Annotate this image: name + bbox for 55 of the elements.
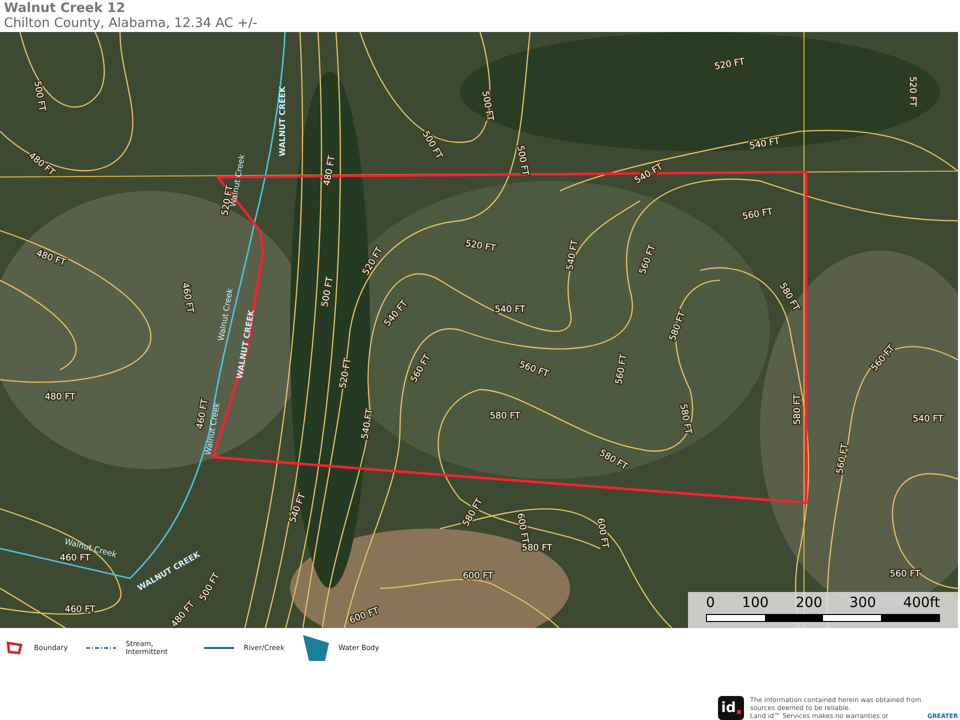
contour-label: 540 FT — [288, 492, 308, 524]
scale-label: 100 — [742, 596, 769, 611]
contour-label: 480 FT — [170, 600, 198, 628]
contour-label: 460 FT — [179, 282, 195, 314]
contour-label: 540 FT — [912, 414, 944, 424]
contour-label: 460 FT — [195, 398, 211, 430]
property-title: Walnut Creek 12 — [4, 1, 126, 16]
scale-label: 300 — [849, 596, 876, 611]
contour-label: 580 FT — [677, 403, 693, 435]
contour-label: 540 FT — [494, 305, 526, 316]
creek-label: WALNUT CREEK — [234, 309, 256, 380]
contour-label: 540 FT — [565, 239, 581, 271]
contour-label: 520 FT — [714, 57, 746, 72]
creek-label: Walnut Creek — [216, 288, 235, 342]
contour-label: 580 FT — [522, 544, 552, 554]
contour-label: 560 FT — [638, 244, 658, 276]
contour-label: 540 FT — [633, 162, 665, 186]
line-icon — [204, 646, 234, 650]
contour-label: 600 FT — [594, 517, 610, 550]
contour-label: 580 FT — [490, 411, 520, 422]
contour-label: 500 FT — [479, 90, 495, 122]
creek-label: WALNUT CREEK — [278, 86, 287, 156]
contour-label: 560 FT — [890, 569, 920, 580]
contour-label: 560 FT — [835, 442, 851, 475]
contour-label: 600 FT — [348, 606, 380, 626]
contour-label: 500 FT — [514, 144, 530, 177]
polygon-icon — [302, 635, 328, 661]
scale-label: 200 — [796, 596, 822, 611]
boundary-icon — [6, 641, 24, 655]
contour-label: 500 FT — [320, 276, 336, 308]
dashed-line-icon — [86, 646, 116, 650]
contour-label: 520 FT — [338, 358, 354, 390]
contour-label: 520 FT — [464, 239, 496, 254]
contour-label: 520 FT — [907, 76, 918, 107]
scale-label: 400ft — [903, 596, 940, 611]
contour-label: 600 FT — [462, 571, 494, 582]
contour-label: 480 FT — [34, 248, 67, 268]
contour-label: 500 FT — [31, 80, 47, 112]
contour-label: 540 FT — [748, 136, 781, 152]
contour-label: 480 FT — [322, 154, 338, 187]
contour-label: 460 FT — [60, 553, 90, 564]
contour-label: 560 FT — [742, 207, 774, 222]
contour-label: 560 FT — [614, 354, 630, 386]
scale-label: 0 — [706, 596, 715, 611]
contour-label: 580 FT — [792, 394, 803, 425]
contour-label: 580 FT — [597, 448, 629, 472]
contour-label: 540 FT — [360, 408, 376, 440]
contour-label: 600 FT — [514, 512, 530, 544]
property-subtitle: Chilton County, Alabama, 12.34 AC +/- — [4, 16, 258, 32]
brand-logo: id — [718, 696, 744, 720]
contour-label: 580 FT — [668, 310, 688, 342]
contour-label: 560 FT — [518, 360, 550, 380]
contour-label: 460 FT — [64, 605, 96, 616]
contour-label: 480 FT — [44, 392, 76, 403]
contour-label: 480 FT — [26, 151, 56, 178]
